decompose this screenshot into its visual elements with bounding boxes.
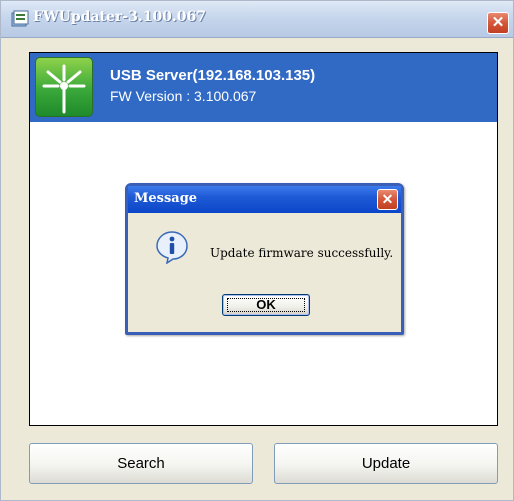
device-list-item[interactable]: USB Server(192.168.103.135) FW Version :… bbox=[30, 53, 497, 122]
device-name: USB Server(192.168.103.135) bbox=[110, 67, 316, 84]
info-icon bbox=[156, 231, 188, 264]
device-list[interactable]: USB Server(192.168.103.135) FW Version :… bbox=[29, 52, 498, 426]
usb-server-glyph bbox=[42, 64, 86, 114]
window-title: FWUpdater-3.100.067 bbox=[33, 9, 207, 25]
close-icon: ✕ bbox=[491, 14, 505, 31]
close-icon: ✕ bbox=[381, 191, 394, 207]
search-button[interactable]: Search bbox=[29, 443, 253, 484]
search-button-label: Search bbox=[117, 455, 165, 472]
ok-button[interactable]: OK bbox=[222, 294, 310, 316]
close-button[interactable]: ✕ bbox=[487, 12, 509, 34]
usb-server-icon bbox=[35, 57, 93, 117]
message-dialog: Message ✕ Update firmware successfully. … bbox=[125, 183, 404, 335]
title-bar[interactable]: FWUpdater-3.100.067 ✕ bbox=[1, 1, 513, 38]
dialog-close-button[interactable]: ✕ bbox=[377, 189, 398, 210]
fwupdater-window: FWUpdater-3.100.067 ✕ USB Server(192.168… bbox=[0, 0, 514, 501]
app-icon bbox=[11, 10, 29, 27]
update-button[interactable]: Update bbox=[274, 443, 498, 484]
ok-button-label: OK bbox=[256, 297, 276, 312]
update-button-label: Update bbox=[361, 455, 411, 472]
dialog-title: Message bbox=[134, 191, 198, 206]
dialog-title-bar[interactable]: Message ✕ bbox=[128, 186, 401, 213]
dialog-message: Update firmware successfully. bbox=[210, 246, 394, 260]
device-fw-version: FW Version : 3.100.067 bbox=[110, 88, 257, 104]
